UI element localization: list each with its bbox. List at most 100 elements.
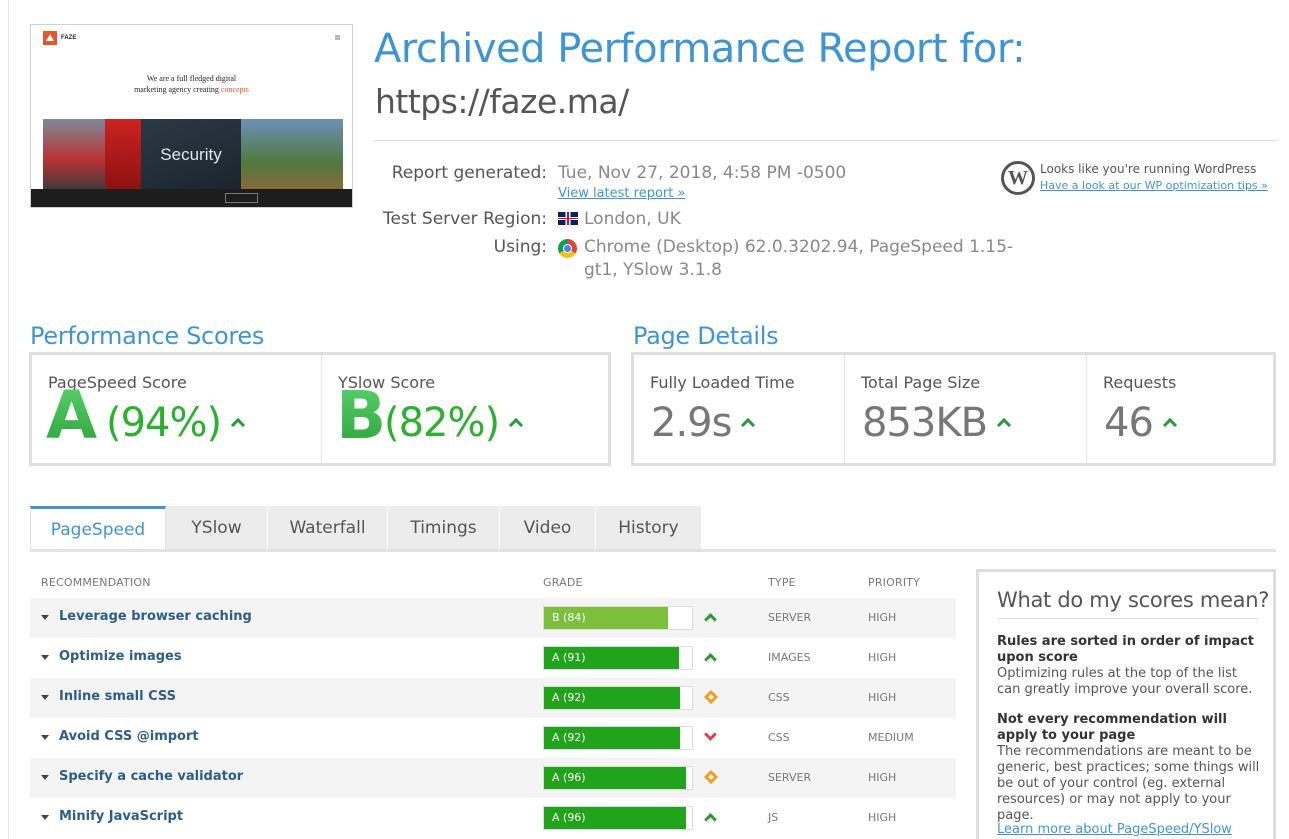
site-tagline-text: marketing agency creating xyxy=(134,85,219,94)
using-label: Using: xyxy=(493,237,547,257)
table-row[interactable]: Leverage browser caching B (84) SERVER H… xyxy=(30,598,956,638)
expand-caret-icon[interactable] xyxy=(41,655,49,660)
column-header-priority[interactable]: PRIORITY xyxy=(868,576,920,589)
site-tagline-line2: marketing agency creating concepts xyxy=(31,84,352,95)
trend-up-icon xyxy=(996,417,1012,433)
recommendation-name[interactable]: Inline small CSS xyxy=(59,689,176,704)
pagespeed-grade: A xyxy=(46,377,98,454)
no-change-diamond-icon xyxy=(703,689,719,705)
trend-indicator xyxy=(703,769,719,785)
uk-flag-icon xyxy=(558,212,578,225)
requests-label: Requests xyxy=(1103,373,1177,392)
fully-loaded-label: Fully Loaded Time xyxy=(650,373,795,392)
total-page-size-text: 853KB xyxy=(862,400,988,446)
fully-loaded-text: 2.9s xyxy=(651,400,732,446)
performance-scores-heading: Performance Scores xyxy=(30,322,265,350)
explanation-block-2-title: Not every recommendation will apply to y… xyxy=(997,712,1227,743)
requests-text: 46 xyxy=(1104,400,1154,446)
tab-video[interactable]: Video xyxy=(500,506,596,550)
recommendation-name[interactable]: Optimize images xyxy=(59,649,182,664)
grade-bar: A (92) xyxy=(543,726,693,750)
wp-optimization-tips-link[interactable]: Have a look at our WP optimization tips … xyxy=(1040,179,1268,192)
recommendation-name[interactable]: Avoid CSS @import xyxy=(59,729,199,744)
no-change-diamond-icon xyxy=(703,769,719,785)
expand-caret-icon[interactable] xyxy=(41,775,49,780)
tab-history[interactable]: History xyxy=(596,506,702,550)
header-divider xyxy=(374,140,1276,141)
yslow-grade: B xyxy=(336,377,387,454)
grade-bar: A (96) xyxy=(543,806,693,830)
tab-timings[interactable]: Timings xyxy=(388,506,500,550)
report-url: https://faze.ma/ xyxy=(375,82,629,121)
recommendation-type: SERVER xyxy=(768,771,812,784)
site-hero-images: Security xyxy=(43,119,343,191)
page-details-panel: Fully Loaded Time 2.9s Total Page Size 8… xyxy=(631,352,1276,466)
column-header-grade[interactable]: GRADE xyxy=(543,576,583,589)
trend-down-icon xyxy=(704,728,717,741)
performance-scores-panel: PageSpeed Score A (94%) YSlow Score B (8… xyxy=(29,352,611,466)
learn-more-link[interactable]: Learn more about PageSpeed/YSlow xyxy=(997,822,1232,837)
hero-image-phonebox xyxy=(105,119,141,191)
expand-caret-icon[interactable] xyxy=(41,815,49,820)
site-logo: FAZE xyxy=(43,31,76,45)
expand-caret-icon[interactable] xyxy=(41,695,49,700)
site-logo-text: FAZE xyxy=(61,35,77,41)
trend-indicator xyxy=(704,728,717,741)
grade-bar: A (96) xyxy=(543,766,693,790)
column-header-type[interactable]: TYPE xyxy=(768,576,796,589)
test-region-label: Test Server Region: xyxy=(383,209,547,229)
grade-label: A (96) xyxy=(552,771,586,784)
recommendation-name[interactable]: Minify JavaScript xyxy=(59,809,183,824)
explanation-block-1-title: Rules are sorted in order of impact upon… xyxy=(997,634,1255,665)
recommendation-priority: MEDIUM xyxy=(868,731,914,744)
test-region-text: London, UK xyxy=(584,209,681,229)
trend-indicator xyxy=(703,689,719,705)
recommendation-name[interactable]: Leverage browser caching xyxy=(59,609,252,624)
recommendation-type: IMAGES xyxy=(768,651,811,664)
cookie-accept-button xyxy=(225,193,258,203)
recommendation-priority: HIGH xyxy=(868,691,897,704)
recommendation-name[interactable]: Specify a cache validator xyxy=(59,769,243,784)
site-tagline-line1: We are a full fledged digital xyxy=(146,74,237,83)
pagespeed-percent-text: (94%) xyxy=(106,400,222,446)
trend-up-icon xyxy=(1162,417,1177,433)
expand-caret-icon[interactable] xyxy=(41,735,49,740)
scores-explanation-title: What do my scores mean? xyxy=(997,588,1270,612)
using-value-line2: gt1, YSlow 3.1.8 xyxy=(584,260,722,280)
fully-loaded-cell: Fully Loaded Time 2.9s xyxy=(634,355,845,463)
table-row[interactable]: Optimize images A (91) IMAGES HIGH xyxy=(30,638,956,678)
table-row[interactable]: Inline small CSS A (92) CSS HIGH xyxy=(30,678,956,718)
table-row[interactable]: Minify JavaScript A (96) JS HIGH xyxy=(30,798,956,838)
report-tabs: PageSpeed YSlow Waterfall Timings Video … xyxy=(30,506,702,550)
hamburger-icon xyxy=(335,35,340,40)
requests-value: 46 xyxy=(1104,400,1177,446)
table-row[interactable]: Specify a cache validator A (96) SERVER … xyxy=(30,758,956,798)
explanation-block-2: Not every recommendation will apply to y… xyxy=(997,712,1261,824)
scores-explanation-divider xyxy=(997,618,1259,619)
report-generated-label: Report generated: xyxy=(391,163,547,183)
recommendation-type: JS xyxy=(768,811,779,824)
tabs-underline xyxy=(30,549,1276,552)
tab-waterfall[interactable]: Waterfall xyxy=(268,506,388,550)
page-left-border xyxy=(8,0,9,839)
hero-image-house xyxy=(241,119,343,191)
expand-caret-icon[interactable] xyxy=(41,615,49,620)
hero-image-london xyxy=(43,119,105,191)
recommendation-type: CSS xyxy=(768,691,790,704)
site-screenshot-thumbnail[interactable]: FAZE We are a full fledged digital marke… xyxy=(30,24,353,208)
tab-pagespeed[interactable]: PageSpeed xyxy=(30,506,166,550)
recommendation-type: CSS xyxy=(768,731,790,744)
column-header-recommendation[interactable]: RECOMMENDATION xyxy=(41,576,151,589)
trend-up-icon xyxy=(704,613,717,626)
view-latest-report-link[interactable]: View latest report » xyxy=(558,186,685,201)
trend-up-icon xyxy=(704,653,717,666)
total-page-size-cell: Total Page Size 853KB xyxy=(845,355,1087,463)
grade-label: B (84) xyxy=(552,611,586,624)
hero-security-text: Security xyxy=(160,145,222,164)
recommendation-priority: HIGH xyxy=(868,811,897,824)
scores-explanation-box: What do my scores mean? Rules are sorted… xyxy=(976,569,1276,839)
trend-up-icon xyxy=(509,417,524,433)
tab-yslow[interactable]: YSlow xyxy=(166,506,268,550)
trend-up-icon xyxy=(704,813,717,826)
table-row[interactable]: Avoid CSS @import A (92) CSS MEDIUM xyxy=(30,718,956,758)
